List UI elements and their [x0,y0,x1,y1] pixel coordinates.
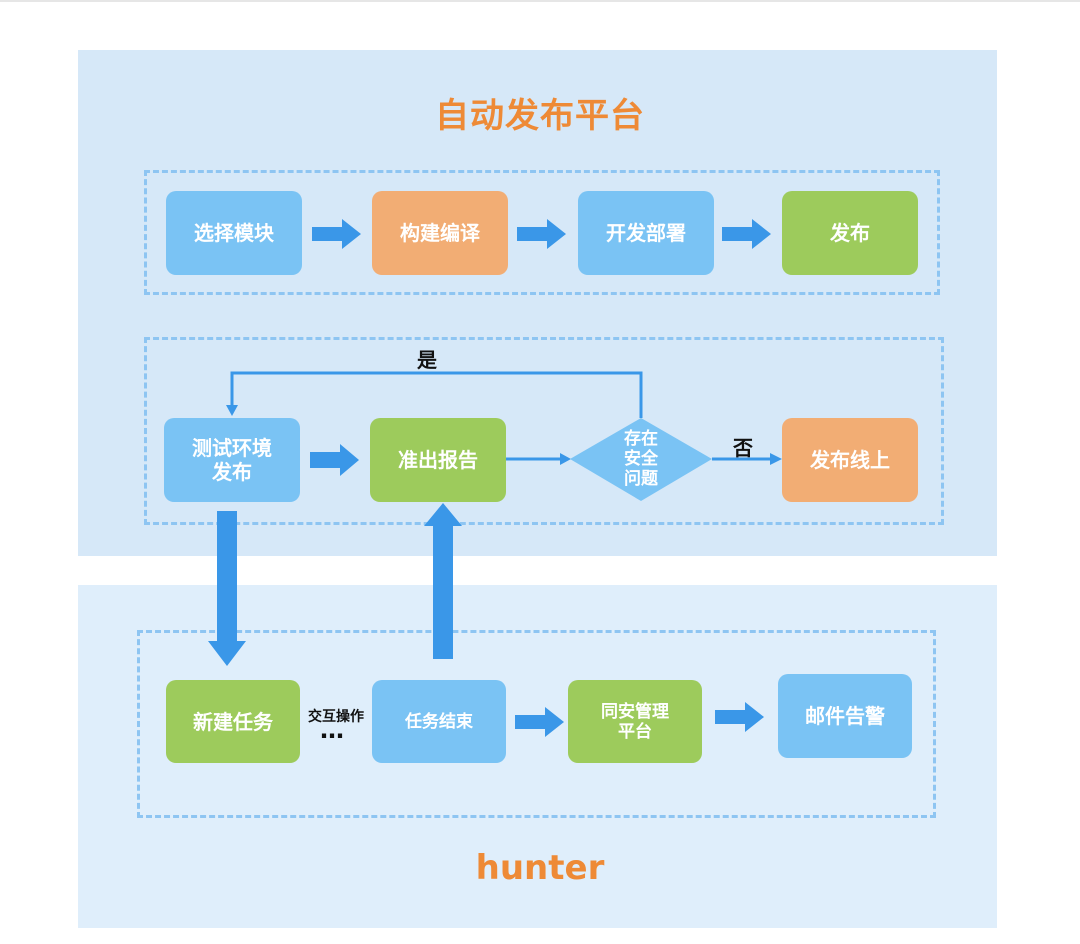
arrow-select-to-build [312,219,361,249]
select-module-box: 选择模块 [166,191,302,275]
ellipsis-label: … [320,716,345,744]
test-env-publish-box: 测试环境 发布 [164,418,300,502]
arrow-test-to-report [310,444,359,476]
yes-label: 是 [417,348,437,372]
new-task-box: 新建任务 [166,680,300,763]
email-alert-box: 邮件告警 [778,674,912,758]
arrow-test-to-newtask [208,511,246,666]
publish-online-box: 发布线上 [782,418,918,502]
task-end-box: 任务结束 [372,680,506,763]
line-yes-loop [230,371,643,418]
arrow-taskend-to-tongan [515,707,564,737]
no-label: 否 [733,436,753,460]
arrow-taskend-to-report [424,503,462,659]
arrowhead-report-to-decision [560,453,571,465]
arrowhead-decision-to-online [770,453,782,465]
build-compile-box: 构建编译 [372,191,508,275]
access-report-box: 准出报告 [370,418,506,502]
decision-label: 存在 安全 问题 [624,429,658,489]
arrow-tongan-to-email [715,702,764,732]
tongan-platform-box: 同安管理 平台 [568,680,702,763]
dev-deploy-box: 开发部署 [578,191,714,275]
arrowhead-yes-loop [226,405,238,416]
arrow-build-to-deploy [517,219,566,249]
hunter-title: hunter [475,848,605,888]
flow-arrows [208,219,782,737]
publish-box: 发布 [782,191,918,275]
arrow-deploy-to-publish [722,219,771,249]
